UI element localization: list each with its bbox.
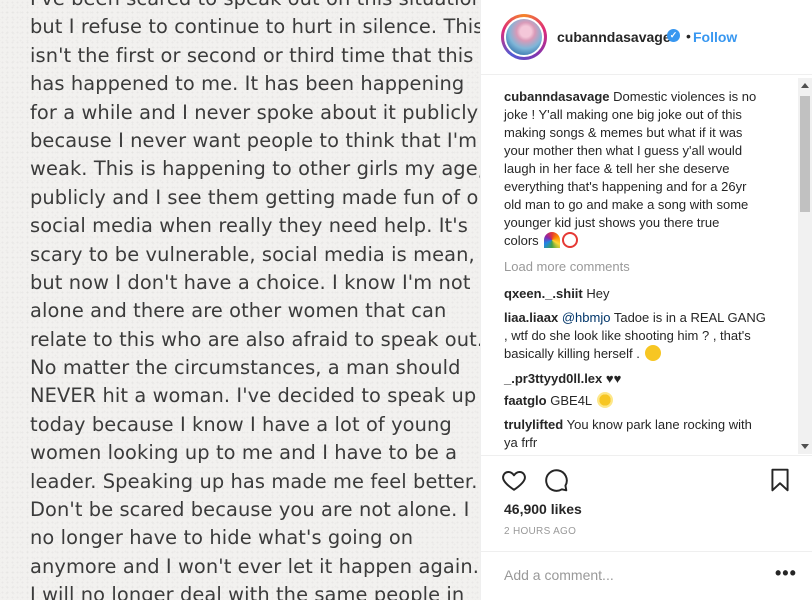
comment-mention[interactable]: @hbmjo: [562, 310, 611, 325]
photo-text-line: women looking up to me and I have to be …: [30, 441, 458, 465]
post-side-panel: cubanndasavage ✓ • Follow cubanndasavage…: [480, 0, 812, 600]
header-username[interactable]: cubanndasavage: [557, 29, 671, 45]
comments-list: cubanndasavage Domestic violences is no …: [481, 76, 812, 454]
comment-text: , wtf do she look like shooting him ? , …: [504, 328, 751, 343]
caption-text: making songs & memes but what if it was: [504, 125, 743, 140]
photo-text-line: weak. This is happening to other girls m…: [30, 157, 480, 181]
list-item: faatglo GBE4L: [504, 392, 784, 410]
photo-text-line: I will no longer deal with the same peop…: [30, 583, 465, 600]
sun-emoji-icon: [597, 392, 614, 408]
photo-text-line: publicly and I see them getting made fun…: [30, 185, 480, 209]
caption-text: your mother then what I guess y'all woul…: [504, 143, 743, 158]
caption-text: old man to go and make a song with some: [504, 197, 749, 212]
list-item: liaa.liaax @hbmjo Tadoe is in a REAL GAN…: [504, 309, 784, 363]
photo-text-line: but I refuse to continue to hurt in sile…: [30, 15, 480, 39]
scroll-thumb[interactable]: [800, 96, 810, 212]
photo-text-line: today because I know I have a lot of you…: [30, 412, 452, 436]
comment-text: ♥♥: [605, 371, 622, 386]
scroll-down-arrow-icon[interactable]: [801, 444, 809, 449]
caption-text: younger kid just shows you there true: [504, 215, 720, 230]
verified-check-icon: ✓: [667, 29, 680, 42]
photo-text-line: isn't the first or second or third time …: [30, 43, 474, 67]
comment-text: GBE4L: [550, 393, 592, 408]
caption-text: everything that's happening and for a 26…: [504, 179, 747, 194]
photo-text-line: No matter the circumstances, a man shoul…: [30, 356, 461, 380]
photo-text-line: relate to this who are also afraid to sp…: [30, 327, 480, 351]
comment-text: Tadoe is in a REAL GANG: [613, 310, 766, 325]
photo-text-line: leader. Speaking up has made me feel bet…: [30, 469, 478, 493]
comment-username[interactable]: trulylifted: [504, 417, 563, 432]
heart-outline-icon[interactable]: [501, 467, 527, 493]
thinking-emoji-icon: [645, 345, 662, 361]
story-ring[interactable]: [501, 14, 547, 60]
photo-text-line: NEVER hit a woman. I've decided to speak…: [30, 384, 477, 408]
list-item: trulylifted You know park lane rocking w…: [504, 416, 784, 452]
post-header: cubanndasavage ✓ • Follow: [481, 0, 812, 75]
comments-scrollbar[interactable]: [798, 78, 812, 454]
comment-text: ya frfr: [504, 435, 538, 450]
caption-text: Domestic violences is no: [613, 89, 757, 104]
caption-username[interactable]: cubanndasavage: [504, 89, 610, 104]
caption-text: laugh in her face & tell her she deserve: [504, 161, 730, 176]
photo-text-line: I've been scared to speak out on this si…: [30, 0, 480, 13]
photo-text-line: for a while and I never spoke about it p…: [30, 100, 479, 124]
photo-text-line: has happened to me. It has been happenin…: [30, 72, 465, 96]
likes-count[interactable]: 46,900 likes: [504, 501, 582, 517]
photo-text-line: social media when really they need help.…: [30, 214, 468, 238]
photo-text-line: anymore and I won't ever let it happen a…: [30, 554, 479, 578]
scroll-up-arrow-icon[interactable]: [801, 83, 809, 88]
comment-username[interactable]: qxeen._.shiit: [504, 286, 583, 301]
photo-text-line: because I never want people to think tha…: [30, 128, 478, 152]
speech-bubble-icon[interactable]: [543, 467, 569, 493]
comment-username[interactable]: liaa.liaax: [504, 310, 558, 325]
comment-input[interactable]: [504, 564, 754, 586]
photo-text-line: no longer have to hide what's going on: [30, 526, 414, 550]
header-separator: •: [686, 28, 691, 44]
photo-text-line: but now I don't have a choice. I know I'…: [30, 270, 471, 294]
rainbow-emoji-icon: [544, 232, 561, 248]
caption-text: colors: [504, 233, 539, 248]
photo-text-line: Don't be scared because you are not alon…: [30, 498, 470, 522]
comment-username[interactable]: faatglo: [504, 393, 547, 408]
follow-button[interactable]: Follow: [693, 29, 737, 45]
clown-emoji-icon: [562, 232, 579, 248]
photo-text-line: alone and there are other women that can: [30, 299, 447, 323]
comment-text: Hey: [586, 286, 610, 301]
comment-text: basically killing herself .: [504, 346, 640, 361]
photo-text-line: scary to be vulnerable, social media is …: [30, 242, 475, 266]
avatar[interactable]: [504, 17, 544, 57]
comment-username[interactable]: _.pr3ttyyd0ll.lex: [504, 371, 602, 386]
list-item: qxeen._.shiit Hey: [504, 285, 784, 303]
post-actions: 46,900 likes 2 HOURS AGO: [481, 455, 812, 551]
list-item: _.pr3ttyyd0ll.lex ♥♥: [504, 370, 784, 388]
post-photo: I've been scared to speak out on this si…: [0, 0, 480, 600]
photo-text-block: I've been scared to speak out on this si…: [30, 0, 480, 600]
post-timestamp[interactable]: 2 HOURS AGO: [504, 526, 576, 537]
add-comment-bar: •••: [481, 551, 812, 600]
load-more-comments-button[interactable]: Load more comments: [504, 259, 630, 274]
caption: cubanndasavage Domestic violences is no …: [504, 88, 784, 250]
bookmark-icon[interactable]: [767, 467, 793, 493]
comment-text: You know park lane rocking with: [566, 417, 752, 432]
more-options-button[interactable]: •••: [775, 564, 797, 582]
caption-text: joke ! Y'all making one big joke out of …: [504, 107, 742, 122]
